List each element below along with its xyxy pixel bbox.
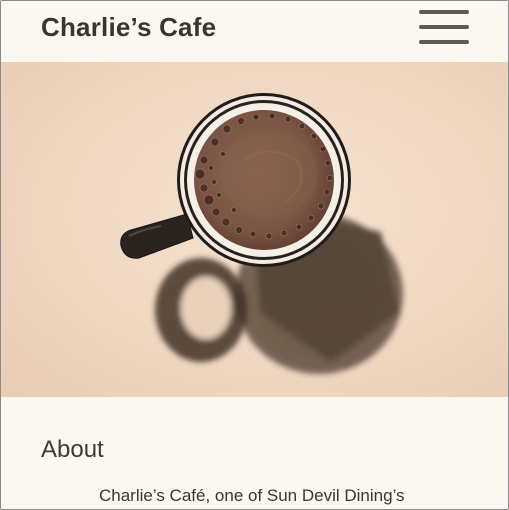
about-heading: About — [41, 436, 104, 463]
site-title[interactable]: Charlie’s Cafe — [41, 11, 216, 43]
menu-button[interactable] — [413, 5, 475, 49]
hero-image — [1, 62, 508, 397]
coffee-cup-photo — [1, 62, 508, 397]
about-section: About Charlie’s Café, one of Sun Devil D… — [1, 397, 508, 509]
about-text: Charlie’s Café, one of Sun Devil Dining’… — [99, 486, 405, 505]
site-header: Charlie’s Cafe — [1, 1, 508, 62]
browser-viewport: Charlie’s Cafe About Charlie’s Café, one… — [0, 0, 509, 510]
